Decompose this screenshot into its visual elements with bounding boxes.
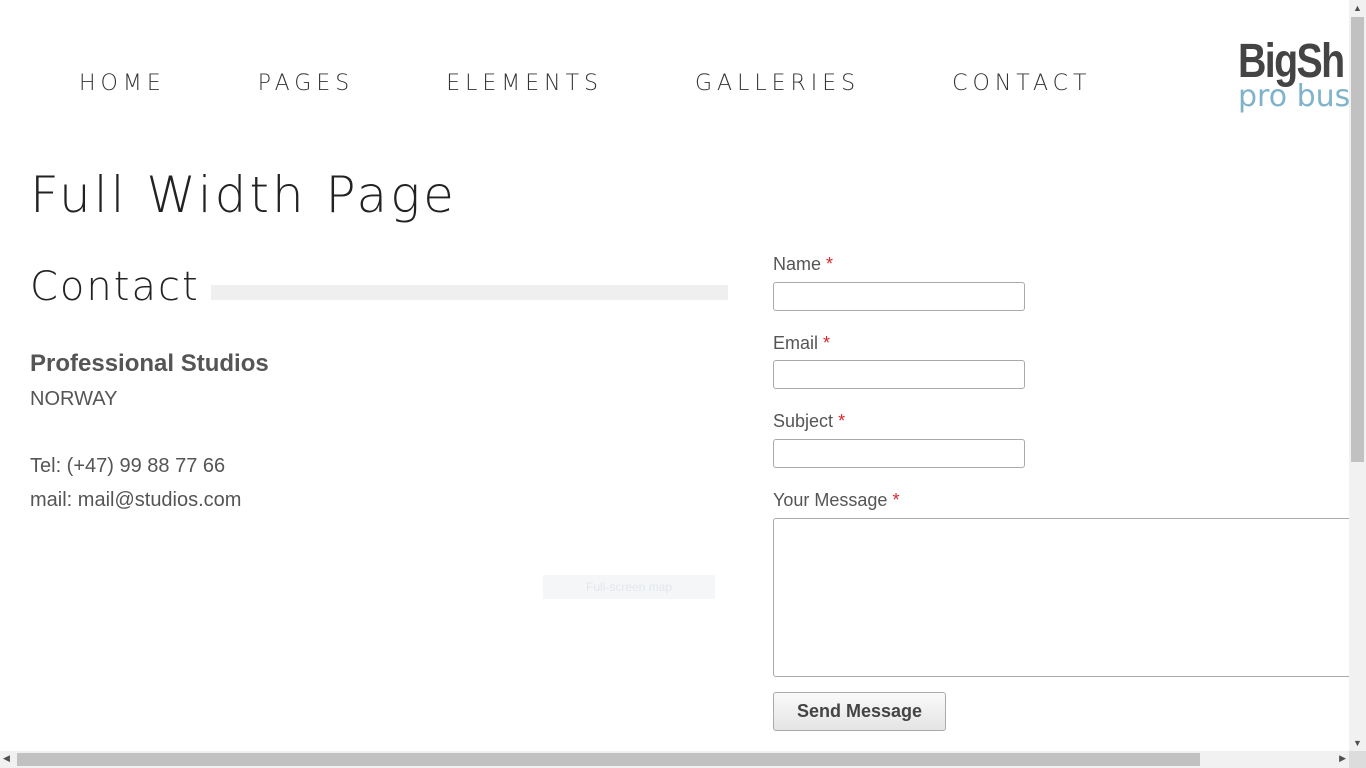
- nav-item-galleries[interactable]: GALLERIES: [695, 68, 860, 100]
- scroll-left-icon[interactable]: ◀: [3, 753, 10, 764]
- name-input[interactable]: [773, 282, 1025, 311]
- nav-item-home[interactable]: HOME: [79, 68, 166, 100]
- horizontal-scrollbar[interactable]: ◀ ▶: [0, 751, 1349, 768]
- name-label: Name *: [773, 254, 833, 275]
- vertical-scroll-thumb[interactable]: [1351, 17, 1364, 462]
- nav-item-elements[interactable]: ELEMENTS: [446, 68, 603, 100]
- fullscreen-map-link[interactable]: Full-screen map: [543, 575, 715, 599]
- scroll-right-icon[interactable]: ▶: [1339, 753, 1346, 764]
- message-textarea[interactable]: [773, 518, 1349, 677]
- subject-input[interactable]: [773, 439, 1025, 468]
- logo-line-1: BigSh: [1238, 35, 1345, 88]
- company-phone: Tel: (+47) 99 88 77 66: [30, 455, 226, 477]
- company-name: Professional Studios: [30, 350, 269, 377]
- nav-item-contact[interactable]: CONTACT: [952, 68, 1091, 100]
- vertical-scrollbar[interactable]: ▲ ▼: [1349, 0, 1366, 751]
- scroll-up-icon[interactable]: ▲: [1349, 3, 1366, 13]
- message-label-text: Your Message: [773, 490, 888, 510]
- name-label-text: Name: [773, 254, 822, 274]
- required-marker: *: [826, 254, 834, 274]
- email-input[interactable]: [773, 360, 1025, 389]
- nav-item-pages[interactable]: PAGES: [258, 68, 354, 100]
- subject-label-text: Subject: [773, 411, 834, 431]
- scroll-down-icon[interactable]: ▼: [1349, 738, 1366, 748]
- contact-heading: Contact: [30, 264, 200, 310]
- send-message-button[interactable]: Send Message: [773, 692, 946, 731]
- horizontal-scroll-thumb[interactable]: [17, 753, 1200, 766]
- company-email: mail: mail@studios.com: [30, 489, 242, 511]
- email-label-text: Email: [773, 333, 819, 353]
- page-viewport: HOME PAGES ELEMENTS GALLERIES CONTACT Bi…: [0, 0, 1349, 751]
- required-marker: *: [838, 411, 846, 431]
- heading-divider: [211, 285, 728, 300]
- subject-label: Subject *: [773, 411, 845, 432]
- email-label: Email *: [773, 333, 830, 354]
- required-marker: *: [823, 333, 831, 353]
- page-title: Full Width Page: [30, 166, 457, 224]
- scrollbar-corner: [1349, 751, 1366, 768]
- company-country: NORWAY: [30, 388, 118, 410]
- message-label: Your Message *: [773, 490, 899, 511]
- main-nav: HOME PAGES ELEMENTS GALLERIES CONTACT: [79, 68, 1091, 100]
- required-marker: *: [892, 490, 900, 510]
- site-logo[interactable]: BigSh pro bus: [1238, 36, 1349, 112]
